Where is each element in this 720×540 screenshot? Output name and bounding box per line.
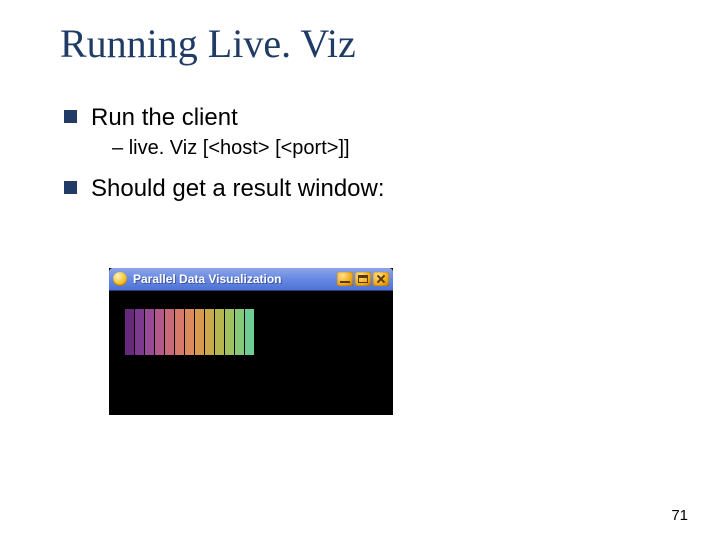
color-bar	[125, 309, 134, 355]
color-bar	[215, 309, 224, 355]
color-bar	[235, 309, 244, 355]
window-titlebar: Parallel Data Visualization	[109, 268, 393, 290]
color-bar	[145, 309, 154, 355]
bullet-1-sub: live. Viz [<host> [<port>]]	[112, 137, 680, 160]
color-bar	[245, 309, 254, 355]
page-number: 71	[671, 507, 688, 524]
bullet-2: Should get a result window:	[64, 174, 680, 204]
bullet-1-text: Run the client	[91, 103, 238, 133]
result-window: Parallel Data Visualization	[109, 268, 393, 415]
square-bullet-icon	[64, 110, 77, 123]
window-title: Parallel Data Visualization	[133, 272, 337, 286]
minimize-button[interactable]	[337, 272, 353, 286]
color-bar	[175, 309, 184, 355]
color-bar	[135, 309, 144, 355]
bullet-list: Run the client live. Viz [<host> [<port>…	[64, 103, 680, 204]
slide-title: Running Live. Viz	[60, 20, 680, 67]
color-bar	[155, 309, 164, 355]
color-bar	[165, 309, 174, 355]
maximize-button[interactable]	[355, 272, 371, 286]
color-bar	[225, 309, 234, 355]
color-bars	[125, 309, 254, 355]
color-bar	[185, 309, 194, 355]
window-client-area	[109, 290, 393, 415]
window-buttons	[337, 272, 389, 286]
bullet-2-text: Should get a result window:	[91, 174, 385, 204]
close-button[interactable]	[373, 272, 389, 286]
bullet-1: Run the client	[64, 103, 680, 133]
color-bar	[205, 309, 214, 355]
color-bar	[195, 309, 204, 355]
app-icon	[113, 272, 127, 286]
square-bullet-icon	[64, 181, 77, 194]
slide: Running Live. Viz Run the client live. V…	[0, 0, 720, 540]
